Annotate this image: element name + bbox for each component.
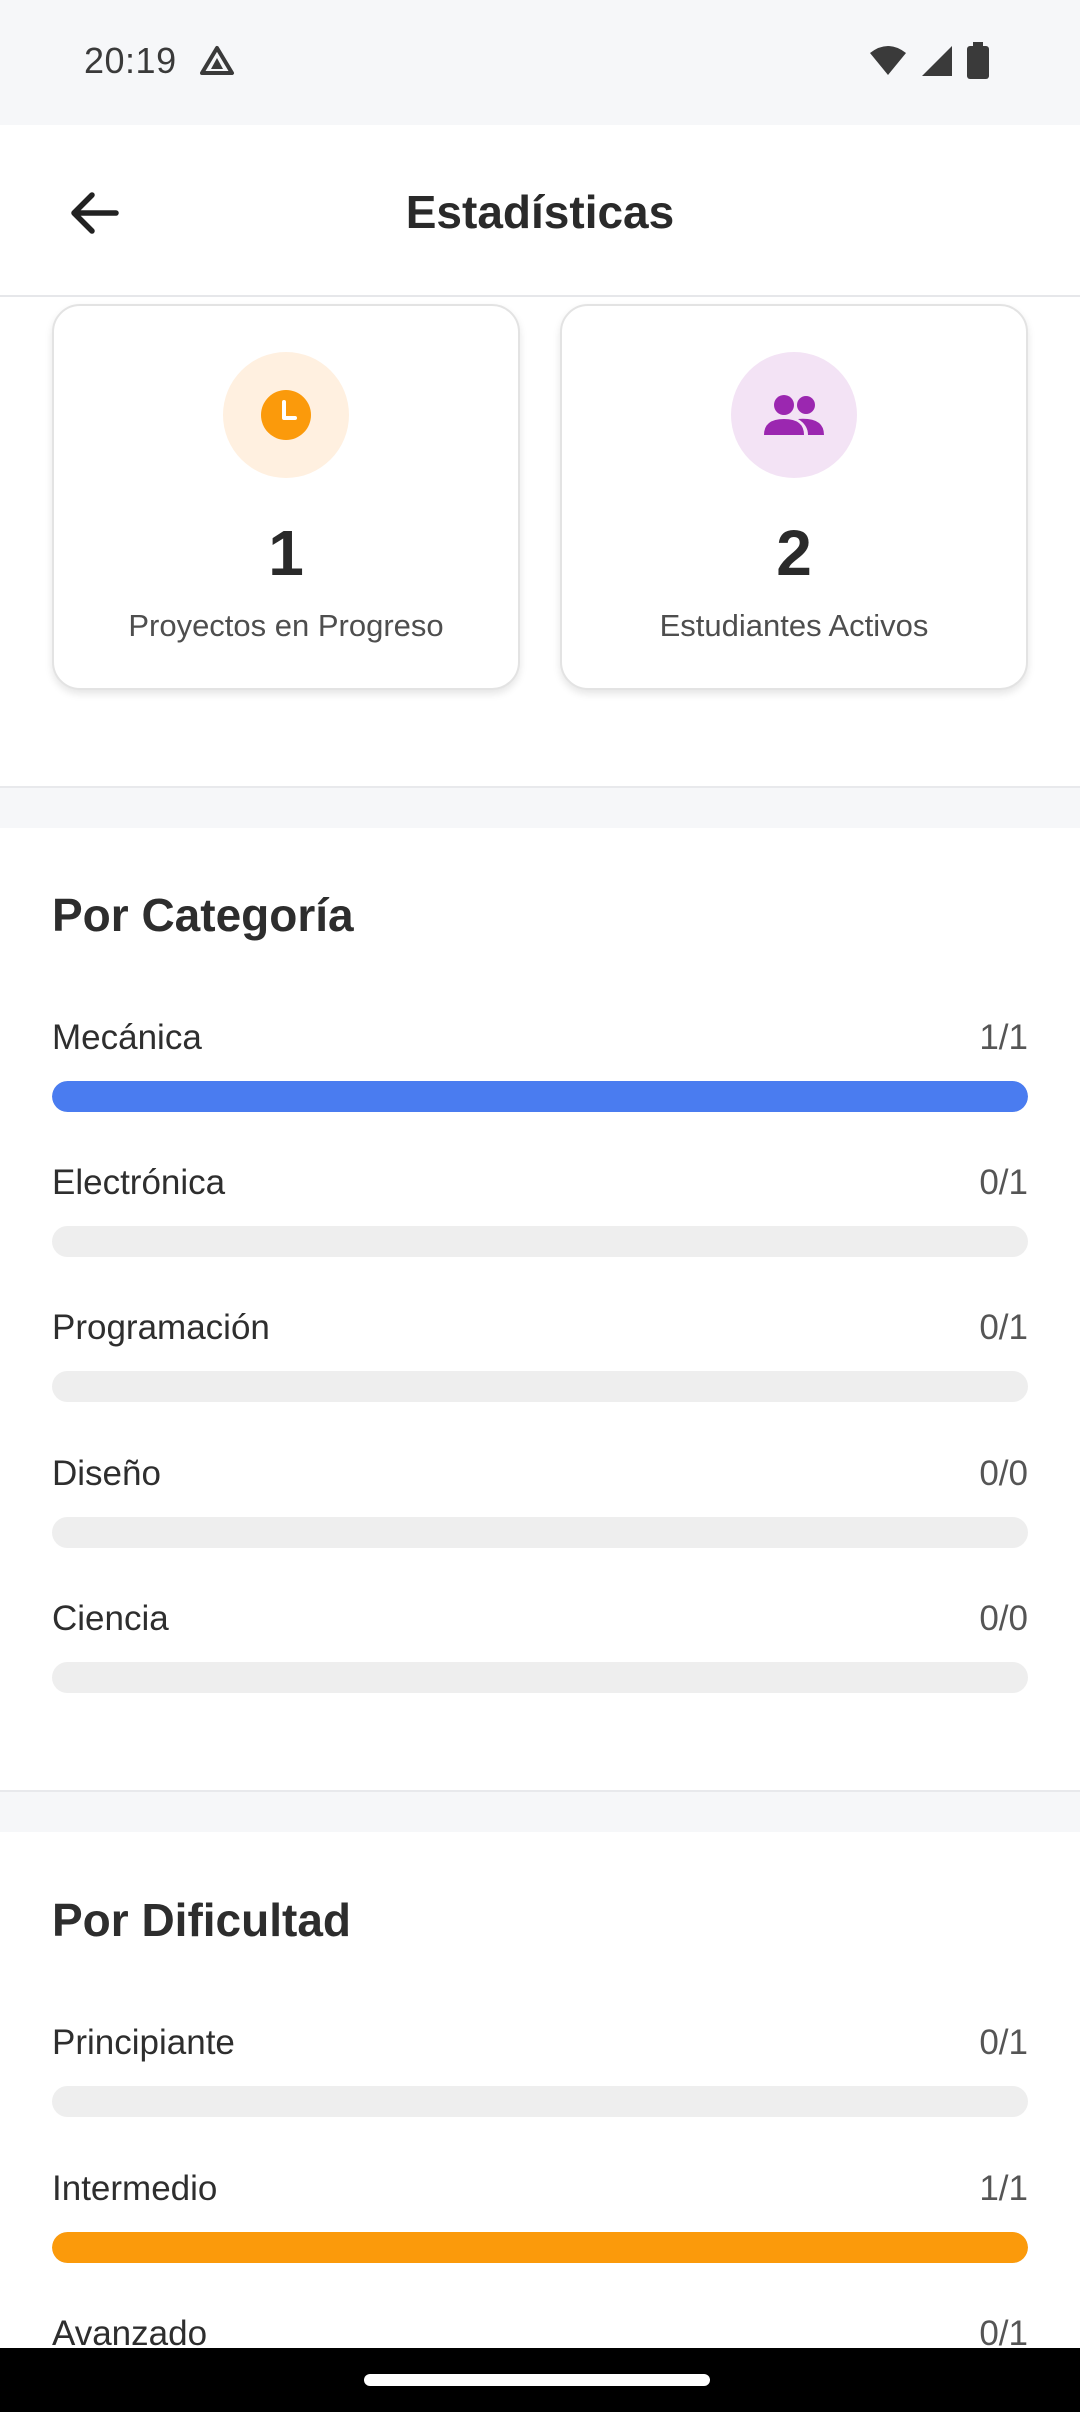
progress-track (52, 1226, 1028, 1257)
difficulty-section-title: Por Dificultad (52, 1894, 352, 1946)
progress-track (52, 1081, 1028, 1112)
status-bar: 20:19 (0, 0, 1080, 125)
wifi-icon (868, 45, 908, 82)
category-row: Mecánica 1/1 (52, 1018, 1028, 1128)
category-row: Electrónica 0/1 (52, 1163, 1028, 1273)
row-count: 0/1 (979, 1308, 1028, 1347)
group-icon-circle (731, 352, 857, 478)
signal-icon (920, 44, 954, 83)
progress-track (52, 1517, 1028, 1548)
row-label: Programación (52, 1308, 270, 1347)
progress-track (52, 2086, 1028, 2117)
progress-track (52, 2232, 1028, 2263)
category-row: Programación 0/1 (52, 1308, 1028, 1418)
home-gesture-handle[interactable] (364, 2374, 710, 2386)
row-count: 0/0 (979, 1599, 1028, 1638)
progress-fill (52, 1081, 1028, 1112)
summary-cards: 1 Proyectos en Progreso 2 Estudiantes Ac… (52, 304, 1028, 690)
row-label: Principiante (52, 2023, 235, 2062)
card-active-students: 2 Estudiantes Activos (560, 304, 1028, 690)
section-divider (0, 1790, 1080, 1832)
card-value: 2 (776, 517, 812, 589)
category-row: Ciencia 0/0 (52, 1599, 1028, 1709)
row-count: 0/1 (979, 2023, 1028, 2062)
group-icon (764, 395, 824, 435)
row-count: 1/1 (979, 1018, 1028, 1057)
row-label: Diseño (52, 1454, 161, 1493)
clock-icon (261, 390, 311, 440)
row-label: Intermedio (52, 2169, 218, 2208)
system-nav-bar (0, 2348, 1080, 2412)
section-divider (0, 786, 1080, 828)
category-row: Diseño 0/0 (52, 1454, 1028, 1564)
row-label: Electrónica (52, 1163, 226, 1202)
drive-icon (198, 44, 236, 78)
page-title: Estadísticas (405, 186, 675, 238)
row-count: 1/1 (979, 2169, 1028, 2208)
category-section-title: Por Categoría (52, 889, 354, 941)
card-label: Estudiantes Activos (659, 608, 929, 643)
battery-icon (966, 42, 990, 85)
row-label: Ciencia (52, 1599, 169, 1638)
row-label: Mecánica (52, 1018, 202, 1057)
status-icons (868, 42, 990, 85)
card-value: 1 (268, 517, 304, 589)
card-projects-in-progress: 1 Proyectos en Progreso (52, 304, 520, 690)
status-time: 20:19 (84, 40, 177, 81)
progress-fill (52, 2232, 1028, 2263)
card-label: Proyectos en Progreso (128, 608, 444, 643)
row-count: 0/1 (979, 1163, 1028, 1202)
row-count: 0/0 (979, 1454, 1028, 1493)
progress-track (52, 1371, 1028, 1402)
clock-icon-circle (223, 352, 349, 478)
progress-track (52, 1662, 1028, 1693)
difficulty-row: Intermedio 1/1 (52, 2169, 1028, 2279)
difficulty-row: Principiante 0/1 (52, 2023, 1028, 2133)
app-bar: Estadísticas (0, 125, 1080, 297)
